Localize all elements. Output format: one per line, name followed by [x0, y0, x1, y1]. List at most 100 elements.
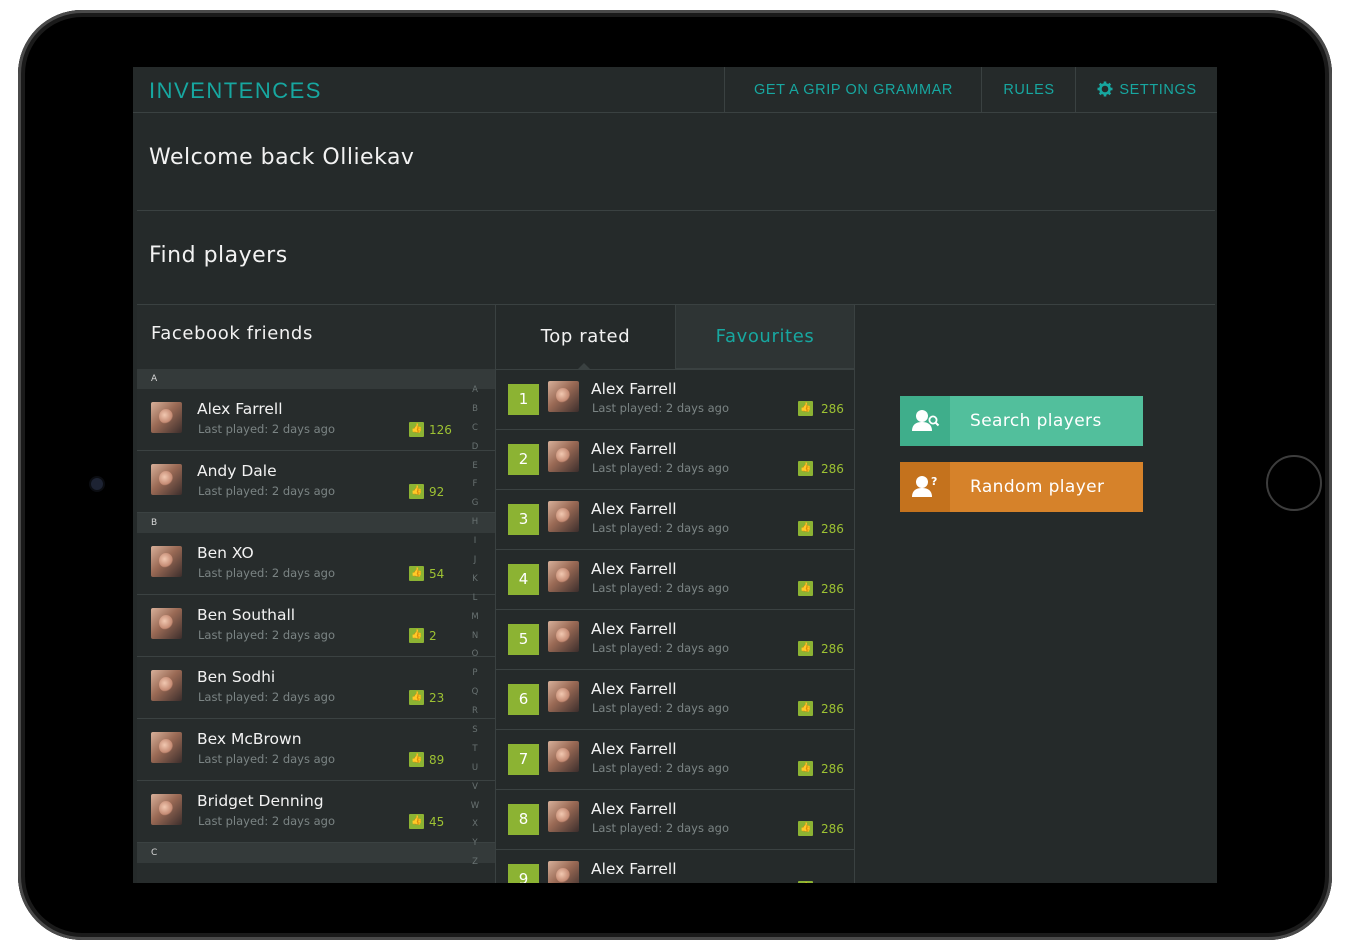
thumbs-up-icon	[798, 701, 813, 716]
rank-badge: 1	[508, 384, 539, 415]
random-player-label: Random player	[970, 477, 1105, 497]
player-name: Ben XO	[197, 544, 254, 562]
alphabet-letter[interactable]: A	[466, 381, 484, 400]
alphabet-letter[interactable]: Y	[466, 834, 484, 853]
thumbs-up-icon	[798, 521, 813, 536]
top-rated-row[interactable]: 1 Alex Farrell Last played: 2 days ago 286	[496, 370, 854, 430]
alphabet-letter[interactable]: Z	[466, 853, 484, 872]
friend-row[interactable]: Bex McBrown Last played: 2 days ago 89	[137, 719, 495, 781]
tab-top-rated[interactable]: Top rated	[496, 305, 675, 369]
top-rated-row[interactable]: 3 Alex Farrell Last played: 2 days ago 286	[496, 490, 854, 550]
alphabet-index[interactable]: ABCDEFGHIJKLMNOPQRSTUVWXYZ	[466, 381, 484, 872]
alphabet-letter[interactable]: J	[466, 551, 484, 570]
last-played: Last played: 2 days ago	[592, 641, 730, 655]
alphabet-letter[interactable]: G	[466, 494, 484, 513]
avatar	[548, 561, 579, 592]
user-question-icon: ?	[900, 462, 950, 512]
thumbs-up-icon	[409, 690, 424, 705]
last-played: Last played: 2 days ago	[592, 821, 730, 835]
alphabet-letter[interactable]: R	[466, 702, 484, 721]
facebook-friends-panel: Facebook friends A Alex Farrell Last playe…	[137, 305, 496, 883]
player-score: 286	[821, 642, 844, 656]
alphabet-letter[interactable]: X	[466, 815, 484, 834]
avatar	[151, 546, 182, 577]
rank-badge: 8	[508, 804, 539, 835]
avatar	[548, 441, 579, 472]
top-rated-row[interactable]: 6 Alex Farrell Last played: 2 days ago 286	[496, 670, 854, 730]
top-rated-row[interactable]: 5 Alex Farrell Last played: 2 days ago 286	[496, 610, 854, 670]
app-screen: INVENTENCES GET A GRIP ON GRAMMAR RULES …	[133, 67, 1217, 883]
friend-row[interactable]: Ben XO Last played: 2 days ago 54	[137, 533, 495, 595]
alphabet-letter[interactable]: U	[466, 759, 484, 778]
player-score: 54	[429, 567, 445, 581]
alphabet-letter[interactable]: V	[466, 778, 484, 797]
player-name: Alex Farrell	[591, 440, 677, 458]
rank-badge: 2	[508, 444, 539, 475]
alphabet-letter[interactable]: B	[466, 400, 484, 419]
facebook-friends-title: Facebook friends	[151, 323, 313, 344]
alphabet-letter[interactable]: N	[466, 627, 484, 646]
player-name: Alex Farrell	[591, 680, 677, 698]
alphabet-letter[interactable]: T	[466, 740, 484, 759]
avatar	[548, 861, 579, 883]
alphabet-letter[interactable]: I	[466, 532, 484, 551]
alphabet-letter[interactable]: L	[466, 589, 484, 608]
last-played: Last played: 2 days ago	[198, 814, 336, 828]
friend-row[interactable]: Ben Sodhi Last played: 2 days ago 23	[137, 657, 495, 719]
thumbs-up-icon	[798, 401, 813, 416]
alphabet-letter[interactable]: E	[466, 457, 484, 476]
last-played: Last played: 2 days ago	[592, 521, 730, 535]
tab-favourites[interactable]: Favourites	[675, 305, 854, 369]
find-players-heading: Find players	[149, 243, 288, 268]
top-rated-row[interactable]: 9 Alex Farrell	[496, 850, 854, 883]
nav-rules[interactable]: RULES	[981, 67, 1076, 112]
avatar	[151, 608, 182, 639]
gear-icon	[1097, 81, 1113, 97]
alphabet-letter[interactable]: W	[466, 797, 484, 816]
friend-row[interactable]: Alex Farrell Last played: 2 days ago 126	[137, 389, 495, 451]
player-name: Ben Sodhi	[197, 668, 276, 686]
friend-row[interactable]: Ben Southall Last played: 2 days ago 2	[137, 595, 495, 657]
thumbs-up-icon	[409, 628, 424, 643]
alphabet-letter[interactable]: M	[466, 608, 484, 627]
avatar	[548, 621, 579, 652]
svg-text:?: ?	[931, 475, 937, 488]
alphabet-letter[interactable]: Q	[466, 683, 484, 702]
search-players-button[interactable]: Search players	[900, 396, 1143, 446]
friend-row[interactable]: Bridget Denning Last played: 2 days ago 45	[137, 781, 495, 843]
random-player-button[interactable]: ? Random player	[900, 462, 1143, 512]
search-players-label: Search players	[970, 411, 1102, 431]
top-rated-list: 1Alex FarrellLast played: 2 days ago2862…	[496, 369, 854, 883]
last-played: Last played: 2 days ago	[592, 401, 730, 415]
alphabet-letter[interactable]: P	[466, 664, 484, 683]
player-score: 23	[429, 691, 445, 705]
last-played: Last played: 2 days ago	[198, 690, 336, 704]
friend-row[interactable]: Andy Dale Last played: 2 days ago 92	[137, 451, 495, 513]
avatar	[548, 381, 579, 412]
alphabet-letter[interactable]: K	[466, 570, 484, 589]
top-rated-row[interactable]: 4 Alex Farrell Last played: 2 days ago 286	[496, 550, 854, 610]
app-logo[interactable]: INVENTENCES	[149, 78, 322, 104]
top-rated-row[interactable]: 7 Alex Farrell Last played: 2 days ago 286	[496, 730, 854, 790]
section-header-letter: B	[137, 513, 495, 533]
section-header-letter: C	[137, 843, 495, 863]
thumbs-up-icon	[409, 814, 424, 829]
alphabet-letter[interactable]: O	[466, 645, 484, 664]
player-name: Alex Farrell	[591, 740, 677, 758]
avatar	[548, 681, 579, 712]
alphabet-letter[interactable]: C	[466, 419, 484, 438]
player-score: 286	[821, 522, 844, 536]
alphabet-letter[interactable]: S	[466, 721, 484, 740]
nav-grammar[interactable]: GET A GRIP ON GRAMMAR	[724, 67, 982, 112]
alphabet-letter[interactable]: D	[466, 438, 484, 457]
alphabet-letter[interactable]: H	[466, 513, 484, 532]
nav-settings[interactable]: SETTINGS	[1075, 67, 1217, 112]
alphabet-letter[interactable]: F	[466, 475, 484, 494]
thumbs-up-icon	[798, 641, 813, 656]
last-played: Last played: 2 days ago	[198, 628, 336, 642]
top-bar: INVENTENCES GET A GRIP ON GRAMMAR RULES …	[133, 67, 1217, 113]
top-rated-row[interactable]: 2 Alex Farrell Last played: 2 days ago 286	[496, 430, 854, 490]
top-rated-row[interactable]: 8 Alex Farrell Last played: 2 days ago 286	[496, 790, 854, 850]
home-button[interactable]	[1266, 455, 1322, 511]
rank-badge: 7	[508, 744, 539, 775]
